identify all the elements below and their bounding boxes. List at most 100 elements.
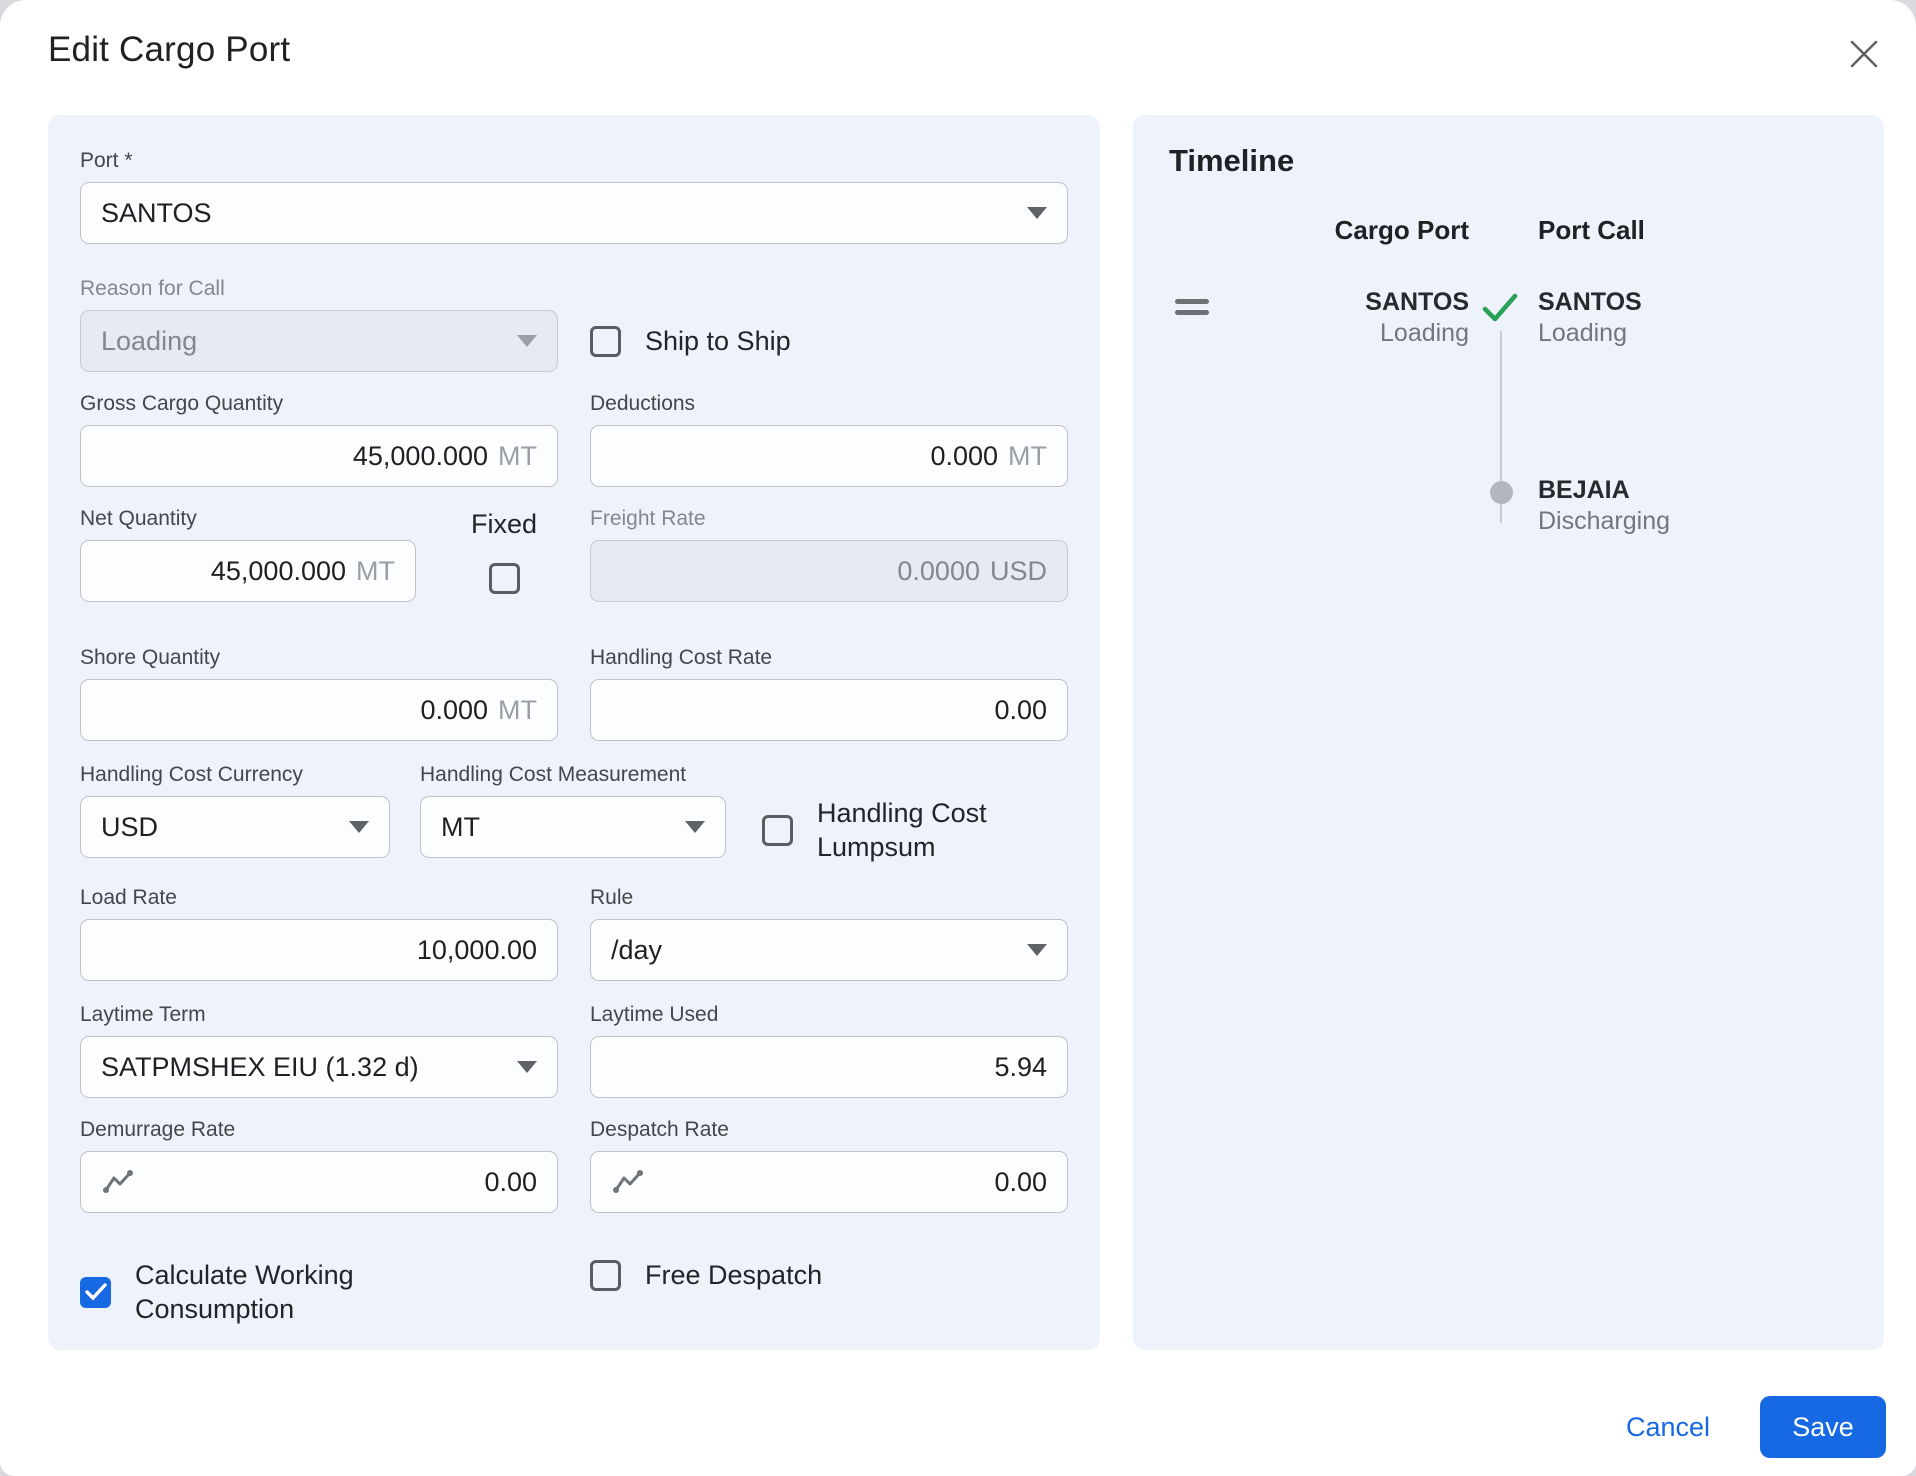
- laytime-term-select[interactable]: SATPMSHEX EIU (1.32 d): [80, 1036, 558, 1098]
- net-quantity-value: 45,000.000: [210, 555, 347, 586]
- deductions-unit: MT: [1008, 440, 1047, 471]
- handling-cost-measurement-value: MT: [441, 811, 480, 842]
- timeline-cargo-port-reason: Loading: [1380, 319, 1469, 347]
- deductions-label: Deductions: [590, 392, 696, 415]
- timeline-port-call-reason: Loading: [1538, 319, 1627, 347]
- timeline-title: Timeline: [1169, 143, 1295, 178]
- handling-cost-currency-label: Handling Cost Currency: [80, 763, 303, 786]
- port-select[interactable]: SANTOS: [80, 182, 1068, 244]
- gross-cargo-quantity-field: Gross Cargo Quantity 45,000.000 MT: [80, 392, 558, 487]
- handling-cost-rate-input[interactable]: 0.00: [590, 679, 1068, 741]
- handling-cost-measurement-label: Handling Cost Measurement: [420, 763, 687, 786]
- deductions-input[interactable]: 0.000 MT: [590, 425, 1068, 487]
- rate-chart-icon[interactable]: [611, 1168, 645, 1196]
- chevron-down-icon: [517, 335, 537, 347]
- gross-cargo-quantity-value: 45,000.000: [352, 440, 489, 471]
- timeline-column-cargo-port: Cargo Port: [1334, 215, 1469, 245]
- edit-cargo-port-dialog: Edit Cargo Port Port * SANTOS Reason for…: [0, 0, 1916, 1476]
- gross-cargo-quantity-unit: MT: [498, 440, 537, 471]
- net-quantity-field: Net Quantity 45,000.000 MT: [80, 507, 416, 602]
- port-value: SANTOS: [101, 197, 212, 228]
- freight-rate-value: 0.0000: [897, 555, 980, 586]
- gross-cargo-quantity-input[interactable]: 45,000.000 MT: [80, 425, 558, 487]
- reason-for-call-select: Loading: [80, 310, 558, 372]
- laytime-used-input[interactable]: 5.94: [590, 1036, 1068, 1098]
- despatch-rate-label: Despatch Rate: [590, 1118, 729, 1141]
- rule-select[interactable]: /day: [590, 919, 1068, 981]
- timeline-port-call-name: SANTOS: [1538, 288, 1642, 316]
- handling-cost-lumpsum-label: Handling Cost Lumpsum: [817, 798, 987, 862]
- despatch-rate-input[interactable]: 0.00: [590, 1151, 1068, 1213]
- rate-chart-icon[interactable]: [101, 1168, 135, 1196]
- reason-for-call-value: Loading: [101, 325, 198, 356]
- net-quantity-input[interactable]: 45,000.000 MT: [80, 540, 416, 602]
- rule-value: /day: [611, 934, 663, 965]
- free-despatch-option: Free Despatch: [590, 1258, 1068, 1292]
- dialog-title: Edit Cargo Port: [48, 30, 291, 69]
- handling-cost-rate-label: Handling Cost Rate: [590, 646, 773, 669]
- handling-cost-measurement-select[interactable]: MT: [420, 796, 726, 858]
- laytime-term-value: SATPMSHEX EIU (1.32 d): [101, 1051, 419, 1082]
- freight-rate-label: Freight Rate: [590, 507, 706, 530]
- timeline-cargo-port-entry: SANTOS Loading: [1169, 287, 1469, 349]
- timeline-port-call-entry: BEJAIA Discharging: [1538, 475, 1670, 537]
- close-icon: [1849, 39, 1879, 69]
- calculate-working-consumption-label: Calculate Working Consumption: [135, 1260, 354, 1324]
- chevron-down-icon: [517, 1061, 537, 1073]
- net-quantity-label: Net Quantity: [80, 507, 197, 530]
- demurrage-rate-value: 0.00: [484, 1166, 537, 1197]
- handling-cost-lumpsum-option: Handling Cost Lumpsum: [762, 763, 1047, 864]
- cancel-button[interactable]: Cancel: [1626, 1412, 1710, 1443]
- deductions-field: Deductions 0.000 MT: [590, 392, 1068, 487]
- handling-cost-currency-field: Handling Cost Currency USD: [80, 763, 390, 864]
- demurrage-rate-label: Demurrage Rate: [80, 1118, 236, 1141]
- calculate-working-consumption-checkbox[interactable]: [80, 1276, 111, 1308]
- demurrage-rate-field: Demurrage Rate 0.00: [80, 1118, 558, 1213]
- handling-cost-lumpsum-checkbox[interactable]: [762, 814, 793, 846]
- deductions-value: 0.000: [930, 440, 999, 471]
- chevron-down-icon: [1027, 207, 1047, 219]
- timeline-column-port-call: Port Call: [1538, 215, 1645, 245]
- timeline-panel: Timeline Cargo Port Port Call SANTOS Loa…: [1133, 115, 1884, 1350]
- load-rate-input[interactable]: 10,000.00: [80, 919, 558, 981]
- free-despatch-label: Free Despatch: [645, 1260, 823, 1290]
- freight-rate-unit: USD: [989, 555, 1047, 586]
- shore-quantity-unit: MT: [498, 694, 537, 725]
- handling-cost-rate-value: 0.00: [994, 694, 1047, 725]
- net-quantity-unit: MT: [356, 555, 395, 586]
- load-rate-field: Load Rate 10,000.00: [80, 886, 558, 981]
- reason-for-call-field: Reason for Call Loading: [80, 277, 558, 372]
- shore-quantity-field: Shore Quantity 0.000 MT: [80, 646, 558, 741]
- port-field: Port * SANTOS: [80, 149, 1068, 244]
- shore-quantity-input[interactable]: 0.000 MT: [80, 679, 558, 741]
- close-button[interactable]: [1846, 36, 1882, 72]
- handling-cost-rate-field: Handling Cost Rate 0.00: [590, 646, 1068, 741]
- laytime-used-value: 5.94: [994, 1051, 1047, 1082]
- timeline-node-dot: [1490, 481, 1513, 504]
- fixed-checkbox[interactable]: [488, 563, 520, 594]
- free-despatch-checkbox[interactable]: [590, 1259, 621, 1291]
- chevron-down-icon: [685, 821, 705, 833]
- timeline-port-call-reason: Discharging: [1538, 507, 1671, 535]
- handling-cost-measurement-field: Handling Cost Measurement MT: [420, 763, 726, 864]
- save-button[interactable]: Save: [1760, 1396, 1886, 1458]
- demurrage-rate-input[interactable]: 0.00: [80, 1151, 558, 1213]
- laytime-used-label: Laytime Used: [590, 1003, 719, 1026]
- check-icon: [1481, 293, 1519, 328]
- timeline-port-call-entry: SANTOS Loading: [1538, 287, 1642, 349]
- port-label: Port *: [80, 149, 133, 172]
- gross-cargo-quantity-label: Gross Cargo Quantity: [80, 392, 284, 415]
- shore-quantity-label: Shore Quantity: [80, 646, 221, 669]
- freight-rate-field: Freight Rate 0.0000 USD: [590, 507, 1068, 602]
- rule-field: Rule /day: [590, 886, 1068, 981]
- handling-cost-currency-select[interactable]: USD: [80, 796, 390, 858]
- cargo-port-form-panel: Port * SANTOS Reason for Call Loading Sh…: [48, 115, 1100, 1350]
- calculate-working-consumption-option: Calculate Working Consumption: [80, 1258, 558, 1326]
- ship-to-ship-option: Ship to Ship: [590, 324, 791, 358]
- ship-to-ship-label: Ship to Ship: [645, 326, 791, 356]
- reason-for-call-label: Reason for Call: [80, 277, 225, 300]
- ship-to-ship-checkbox[interactable]: [590, 325, 621, 357]
- handling-cost-currency-value: USD: [101, 811, 159, 842]
- shore-quantity-value: 0.000: [420, 694, 489, 725]
- load-rate-value: 10,000.00: [416, 934, 537, 965]
